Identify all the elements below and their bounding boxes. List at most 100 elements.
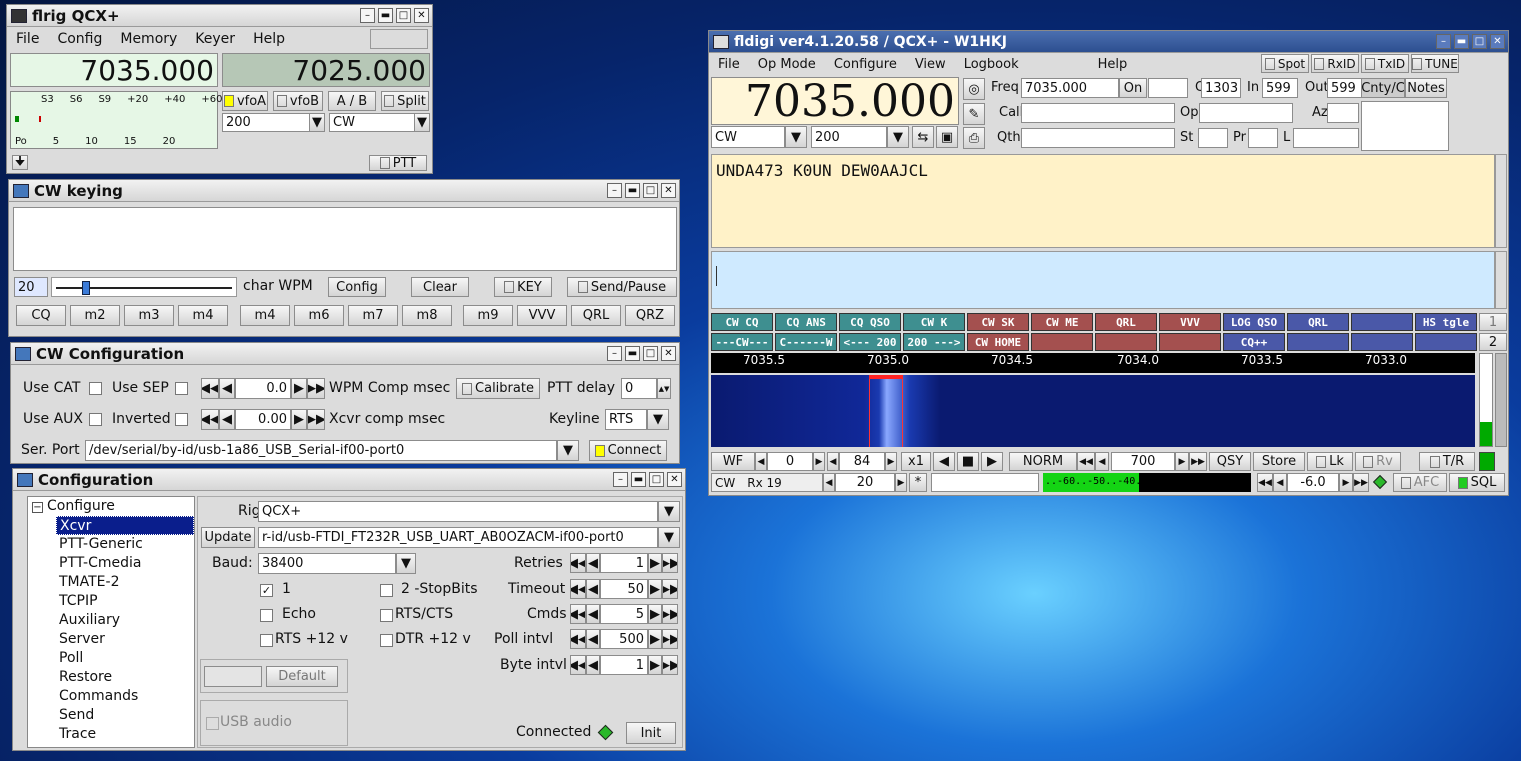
fldigi-titlebar[interactable]: fldigi ver4.1.20.58 / QCX+ - W1HKJ – ▬ □ ✕: [709, 31, 1508, 53]
spot-button[interactable]: Spot: [1261, 54, 1309, 73]
use-aux-checkbox[interactable]: [89, 413, 102, 426]
fldigi-macro-button[interactable]: VVV: [1159, 313, 1221, 331]
rtscts-checkbox[interactable]: [380, 609, 393, 622]
freq-down[interactable]: ◀: [1095, 452, 1109, 471]
s2n-fast-up[interactable]: ▶▶: [1353, 473, 1369, 492]
waterfall[interactable]: [711, 375, 1475, 447]
connect-button[interactable]: Connect: [589, 440, 667, 461]
macro-button[interactable]: QRL: [571, 305, 621, 326]
close-icon[interactable]: ✕: [661, 183, 676, 198]
shade-icon[interactable]: ▬: [378, 8, 393, 23]
maximize-icon[interactable]: □: [1472, 34, 1487, 49]
usb-audio-checkbox[interactable]: [206, 717, 219, 730]
wf-lo-down[interactable]: ◀: [755, 452, 767, 471]
store-button[interactable]: Store: [1253, 452, 1305, 471]
tx-text-panel[interactable]: [711, 251, 1495, 309]
fldigi-macro-button[interactable]: CW ME: [1031, 313, 1093, 331]
byte-up[interactable]: ▶: [648, 655, 662, 675]
rig-select[interactable]: QCX+: [258, 501, 658, 522]
xcvr-comp-up[interactable]: ▶: [291, 409, 307, 430]
poll-fast-up[interactable]: ▶▶: [662, 629, 678, 649]
az-field[interactable]: [1327, 103, 1359, 123]
fldigi-macro-button[interactable]: [1031, 333, 1093, 351]
fldigi-macro-button[interactable]: [1415, 333, 1477, 351]
macro-page-1-button[interactable]: 1: [1479, 313, 1507, 331]
init-button[interactable]: Init: [626, 722, 676, 744]
lock-button[interactable]: Lk: [1307, 452, 1353, 471]
shade-icon[interactable]: ▬: [1454, 34, 1469, 49]
menu-op-mode[interactable]: Op Mode: [749, 57, 825, 72]
tree-root-configure[interactable]: − Configure: [28, 497, 194, 516]
locator-field[interactable]: [1293, 128, 1359, 148]
ptt-delay-value[interactable]: 0: [621, 378, 657, 399]
qsy-button[interactable]: QSY: [1209, 452, 1251, 471]
menu-file[interactable]: File: [7, 31, 48, 47]
retries-down[interactable]: ◀: [586, 553, 600, 573]
minimize-icon[interactable]: –: [1436, 34, 1451, 49]
tree-item-tmate2[interactable]: TMATE-2: [59, 573, 194, 592]
tree-item-ptt-cmedia[interactable]: PTT-Cmedia: [59, 554, 194, 573]
country-tab[interactable]: Cnty/C: [1361, 78, 1405, 98]
menu-file[interactable]: File: [709, 57, 749, 72]
serial-port-dropdown-icon[interactable]: ▼: [557, 440, 579, 461]
fldigi-macro-button[interactable]: [1159, 333, 1221, 351]
minimize-icon[interactable]: –: [607, 346, 622, 361]
vfoa-frequency-display[interactable]: 7035.000: [10, 53, 218, 87]
rx-scrollbar[interactable]: [1495, 154, 1507, 248]
tree-item-server[interactable]: Server: [59, 630, 194, 649]
log-freq-field[interactable]: 7035.000: [1021, 78, 1119, 98]
wpm-value[interactable]: 20: [14, 277, 48, 297]
config-button[interactable]: Config: [328, 277, 386, 297]
xcvr-comp-down[interactable]: ◀: [219, 409, 235, 430]
snapshot-icon[interactable]: ▣: [936, 126, 958, 148]
cmds-up[interactable]: ▶: [648, 604, 662, 624]
fldigi-mode-select[interactable]: CW: [711, 126, 785, 148]
cmds-fast-up[interactable]: ▶▶: [662, 604, 678, 624]
macro-button[interactable]: CQ: [16, 305, 66, 326]
rts12-checkbox[interactable]: [260, 634, 273, 647]
macro-button[interactable]: QRZ: [625, 305, 675, 326]
byte-down[interactable]: ◀: [586, 655, 600, 675]
flrig-titlebar[interactable]: flrig QCX+ – ▬ □ ✕: [7, 5, 432, 27]
close-icon[interactable]: ✕: [414, 8, 429, 23]
tree-item-auxiliary[interactable]: Auxiliary: [59, 611, 194, 630]
mode-dropdown-icon[interactable]: ▼: [414, 113, 430, 132]
tree-collapse-icon[interactable]: −: [32, 502, 43, 513]
maximize-icon[interactable]: □: [396, 8, 411, 23]
bandwidth-select[interactable]: 200: [222, 113, 310, 132]
fldigi-macro-button[interactable]: C------W: [775, 333, 837, 351]
tree-item-poll[interactable]: Poll: [59, 649, 194, 668]
wpm-comp-value[interactable]: 0.0: [235, 378, 291, 399]
off-time-field[interactable]: 1303: [1201, 78, 1241, 98]
timeout-fast-down[interactable]: ◀◀: [570, 579, 586, 599]
wf-speed-button[interactable]: NORM: [1009, 452, 1077, 471]
status-wpm-field[interactable]: 20: [835, 473, 895, 492]
tree-item-trace[interactable]: Trace: [59, 725, 194, 744]
tr-button[interactable]: T/R: [1419, 452, 1475, 471]
state-field[interactable]: [1198, 128, 1228, 148]
op-field[interactable]: [1199, 103, 1293, 123]
configuration-titlebar[interactable]: Configuration – ▬ □ ✕: [13, 469, 685, 491]
baud-dropdown-icon[interactable]: ▼: [396, 553, 416, 574]
level-slider[interactable]: [1495, 353, 1507, 447]
rig-dropdown-icon[interactable]: ▼: [658, 501, 680, 522]
cw-config-titlebar[interactable]: CW Configuration – ▬ □ ✕: [11, 343, 679, 365]
vfoa-button[interactable]: vfoA: [222, 91, 268, 111]
rig-control-icon[interactable]: ⇆: [912, 126, 934, 148]
macro-button[interactable]: m4: [178, 305, 228, 326]
notes-field[interactable]: [1361, 101, 1449, 151]
rx-text-panel[interactable]: UNDA473 K0UN DEW0AAJCL: [711, 154, 1495, 248]
port-dropdown-icon[interactable]: ▼: [658, 527, 680, 548]
poll-intvl-value[interactable]: 500: [600, 629, 648, 649]
minimize-icon[interactable]: –: [613, 472, 628, 487]
s2n-down[interactable]: ◀: [1273, 473, 1287, 492]
byte-fast-up[interactable]: ▶▶: [662, 655, 678, 675]
zoom-button[interactable]: x1: [901, 452, 931, 471]
ptt-delay-spinner[interactable]: ▲▼: [657, 378, 671, 399]
timeout-down[interactable]: ◀: [586, 579, 600, 599]
serial-port-select[interactable]: /dev/serial/by-id/usb-1a86_USB_Serial-if…: [85, 440, 557, 461]
use-sep-checkbox[interactable]: [175, 382, 188, 395]
key-button[interactable]: KEY: [494, 277, 552, 297]
dtr12-checkbox[interactable]: [380, 634, 393, 647]
fldigi-macro-button[interactable]: QRL: [1095, 313, 1157, 331]
